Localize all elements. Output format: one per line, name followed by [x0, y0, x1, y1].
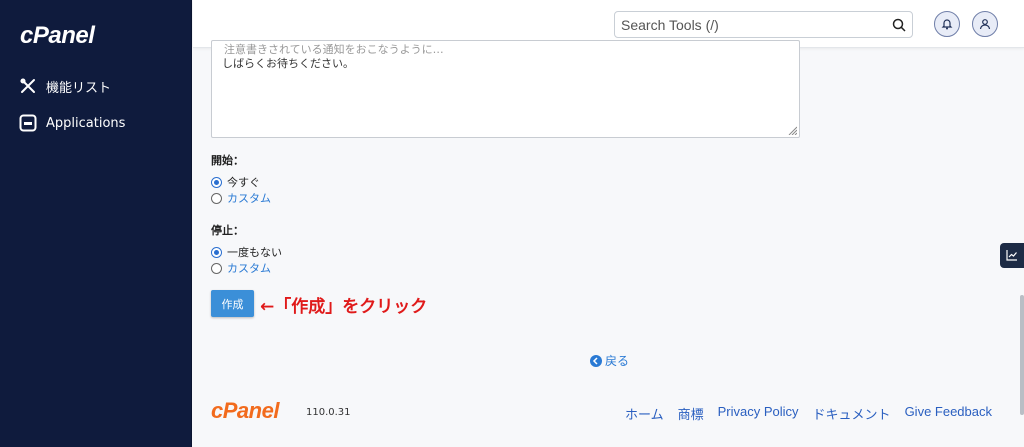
back-link[interactable]: 戻る: [590, 352, 629, 369]
footer-links: ホーム 商標 Privacy Policy ドキュメント Give Feedba…: [625, 404, 992, 423]
footer-link-documentation[interactable]: ドキュメント: [813, 404, 891, 423]
chart-icon: [1006, 246, 1018, 265]
radio-button[interactable]: [211, 262, 222, 274]
stop-label: 停止：: [211, 224, 244, 237]
radio-button[interactable]: [211, 192, 222, 204]
back-arrow-icon: [590, 354, 602, 367]
search-box[interactable]: [614, 11, 913, 38]
version-text: 110.0.31: [306, 407, 351, 418]
annotation-text: ←「作成」をクリック: [260, 297, 428, 317]
scrollbar[interactable]: [1020, 295, 1024, 415]
start-option-custom[interactable]: カスタム: [211, 190, 271, 206]
footer-link-home[interactable]: ホーム: [625, 404, 664, 423]
notifications-button[interactable]: [934, 11, 960, 37]
bell-icon: [941, 15, 953, 34]
applications-icon: [18, 113, 38, 133]
sidebar-item-feature-list[interactable]: 機能リスト: [18, 76, 111, 96]
message-textarea[interactable]: 注意書きされている通知をおこなうように… しばらくお待ちください。: [211, 40, 800, 138]
stop-option-custom[interactable]: カスタム: [211, 260, 271, 276]
cpanel-logo[interactable]: cPanel: [20, 22, 95, 50]
sidebar-item-label: 機能リスト: [46, 80, 112, 96]
stats-panel-tab[interactable]: [1000, 243, 1024, 268]
search-icon[interactable]: [886, 18, 912, 32]
user-icon: [979, 15, 991, 34]
footer-cpanel-logo: cPanel: [211, 398, 279, 423]
user-menu-button[interactable]: [972, 11, 998, 37]
create-button[interactable]: 作成: [211, 290, 254, 317]
sidebar-item-label: Applications: [46, 115, 126, 131]
textarea-line: しばらくお待ちください。: [222, 57, 354, 70]
radio-button[interactable]: [211, 176, 222, 188]
footer-link-privacy-policy[interactable]: Privacy Policy: [718, 404, 799, 423]
resize-handle-icon[interactable]: [787, 125, 797, 135]
footer-link-trademarks[interactable]: 商標: [678, 404, 704, 423]
tools-icon: [18, 76, 38, 96]
radio-button[interactable]: [211, 246, 222, 258]
sidebar-item-applications[interactable]: Applications: [18, 113, 125, 133]
sidebar: cPanel 機能リスト Applications: [0, 0, 192, 447]
footer-link-give-feedback[interactable]: Give Feedback: [905, 404, 992, 423]
stop-option-never[interactable]: 一度もない: [211, 244, 282, 260]
start-option-now[interactable]: 今すぐ: [211, 174, 260, 190]
start-label: 開始：: [211, 154, 244, 167]
search-input[interactable]: [615, 12, 886, 37]
